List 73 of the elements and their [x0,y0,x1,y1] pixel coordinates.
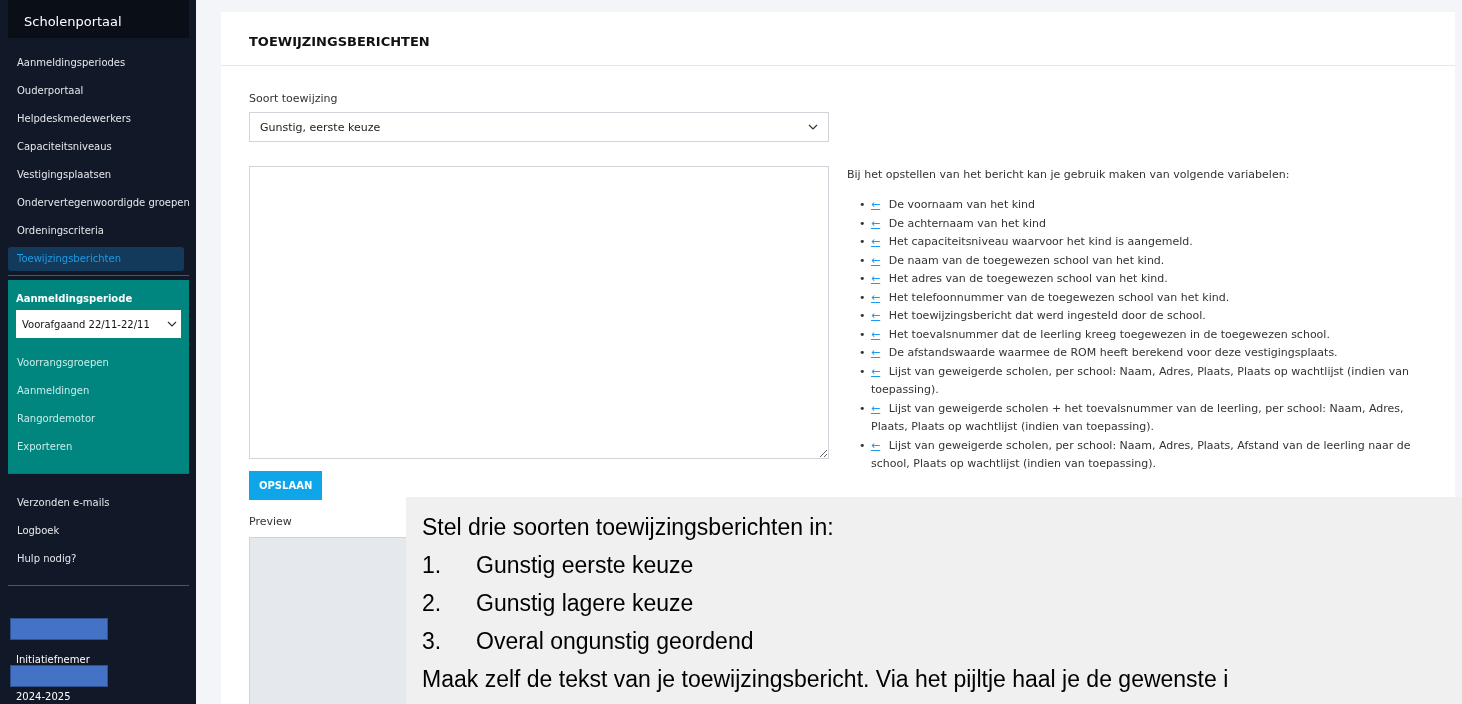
insert-link[interactable]: ← [871,401,881,415]
variable-item: ← De achternaam van het kind [871,215,1046,232]
insert-link[interactable]: ← [871,198,881,211]
step-text: Gunstig eerste keuze [476,551,694,580]
bullet: • [859,437,867,454]
sidebar-item[interactable]: Capaciteitsniveaus [8,135,189,159]
sidebar-item[interactable]: Rangordemotor [16,407,181,431]
bullet: • [859,271,867,287]
chevron-icon [167,321,177,327]
sidebar-item[interactable]: Vestigingsplaatsen [8,163,189,187]
bullet: • [859,289,867,306]
insert-link[interactable]: ← [871,346,881,359]
insert-link[interactable]: ← [871,364,881,378]
variable-item: ← Het toewijzingsbericht dat werd ingesteld door de school. [871,308,1206,324]
sidebar-item[interactable]: Ordeningscriteria [8,219,189,243]
bullet: • [859,326,867,343]
insert-link[interactable]: ← [871,309,881,322]
step-text: Gunstig lagere keuze [476,589,694,618]
callout-heading: Stel drie soorten toewijzingsberichten in: [422,513,835,542]
sidebar-item[interactable]: Aanmeldingen [16,379,181,403]
variable-item: ← Lijst van geweigerde scholen + het toevalsnummer van de leerling, per school: Naam, Adres, Plaats, Plaats op wachtlijst (indien van toepassing). [871,400,1405,435]
user-role: Initiatiefnemer [16,654,91,665]
bullet: • [859,363,867,380]
variable-item: ← Het telefoonnummer van de toegewezen school van het kind. [871,289,1230,306]
bullet: • [859,345,867,361]
period-dropdown[interactable]: Voorafgaand 22/11-22/11 [16,310,181,338]
insert-link[interactable]: ← [871,253,881,267]
insert-link[interactable]: ← [871,438,881,452]
variable-item: ← Lijst van geweigerde scholen, per school: Naam, Adres, Plaats, Afstand van de leerling naar de school, Plaats op wachtlijst (indien van toepassing). [871,437,1412,472]
bullet: • [859,197,867,213]
help-text: Bij het opstellen van het bericht kan je gebruik maken van volgende variabelen: [847,168,1291,181]
step-number: 2. [422,589,443,618]
school-year: 2024-2025 [16,691,72,702]
bullet: • [859,234,867,250]
preview-label: Preview [249,515,292,528]
variable-item: ← Het capaciteitsniveau waarvoor het kind is aangemeld. [871,234,1193,250]
step-number: 1. [422,551,443,580]
sidebar-item[interactable]: Hulp nodig? [8,547,189,571]
sidebar-item[interactable]: Exporteren [16,435,181,459]
insert-link[interactable]: ← [871,327,881,341]
insert-link[interactable]: ← [871,216,881,230]
step-text: Overal ongunstig geordend [476,627,754,656]
sidebar-item[interactable]: Verzonden e-mails [8,491,189,515]
insert-link[interactable]: ← [871,235,881,248]
variable-item: ← Het adres van de toegewezen school van het kind. [871,271,1168,287]
variable-item: ← Het toevalsnummer dat de leerling kreeg toegewezen in de toegewezen school. [871,326,1330,343]
period-label: Aanmeldingsperiode [16,293,134,304]
insert-link[interactable]: ← [871,290,881,304]
insert-link[interactable]: ← [871,272,881,285]
bullet: • [859,308,867,324]
card-title: TOEWIJZINGSBERICHTEN [249,34,430,49]
variable-item: ← Lijst van geweigerde scholen, per school: Naam, Adres, Plaats, Plaats op wachtlijst (indien van toepassing). [871,363,1410,398]
sidebar-item[interactable]: Aanmeldingsperiodes [8,51,189,75]
app-title: Scholenportaal [8,0,189,38]
sidebar-item[interactable]: Logboek [8,519,189,543]
sidebar-item[interactable]: Voorrangsgroepen [16,351,181,375]
chevron-icon [808,124,818,130]
sidebar-item[interactable]: Helpdeskmedewerkers [8,107,189,131]
message-field[interactable] [249,166,829,459]
save-button[interactable]: OPSLAAN [249,471,323,500]
variable-item: ← De afstandswaarde waarmee de ROM heeft berekend voor deze vestigingsplaats. [871,345,1338,361]
variable-item: ← De voornaam van het kind [871,197,1036,213]
sidebar-item[interactable]: Ouderportaal [8,79,189,103]
sidebar-item[interactable]: Toewijzingsberichten [8,247,184,271]
field-label: Soort toewijzing [249,92,339,105]
callout-text: Maak zelf de tekst van je toewijzingsbericht. Via het pijltje haal je de gewenste i [422,665,1230,694]
bullet: • [859,400,867,417]
bullet: • [859,252,867,269]
bullet: • [859,215,867,232]
variable-item: ← De naam van de toegewezen school van het kind. [871,252,1165,269]
type-dropdown[interactable]: Gunstig, eerste keuze [249,112,829,142]
sidebar-item[interactable]: Ondervertegenwoordigde groepen [8,191,189,215]
step-number: 3. [422,627,443,656]
